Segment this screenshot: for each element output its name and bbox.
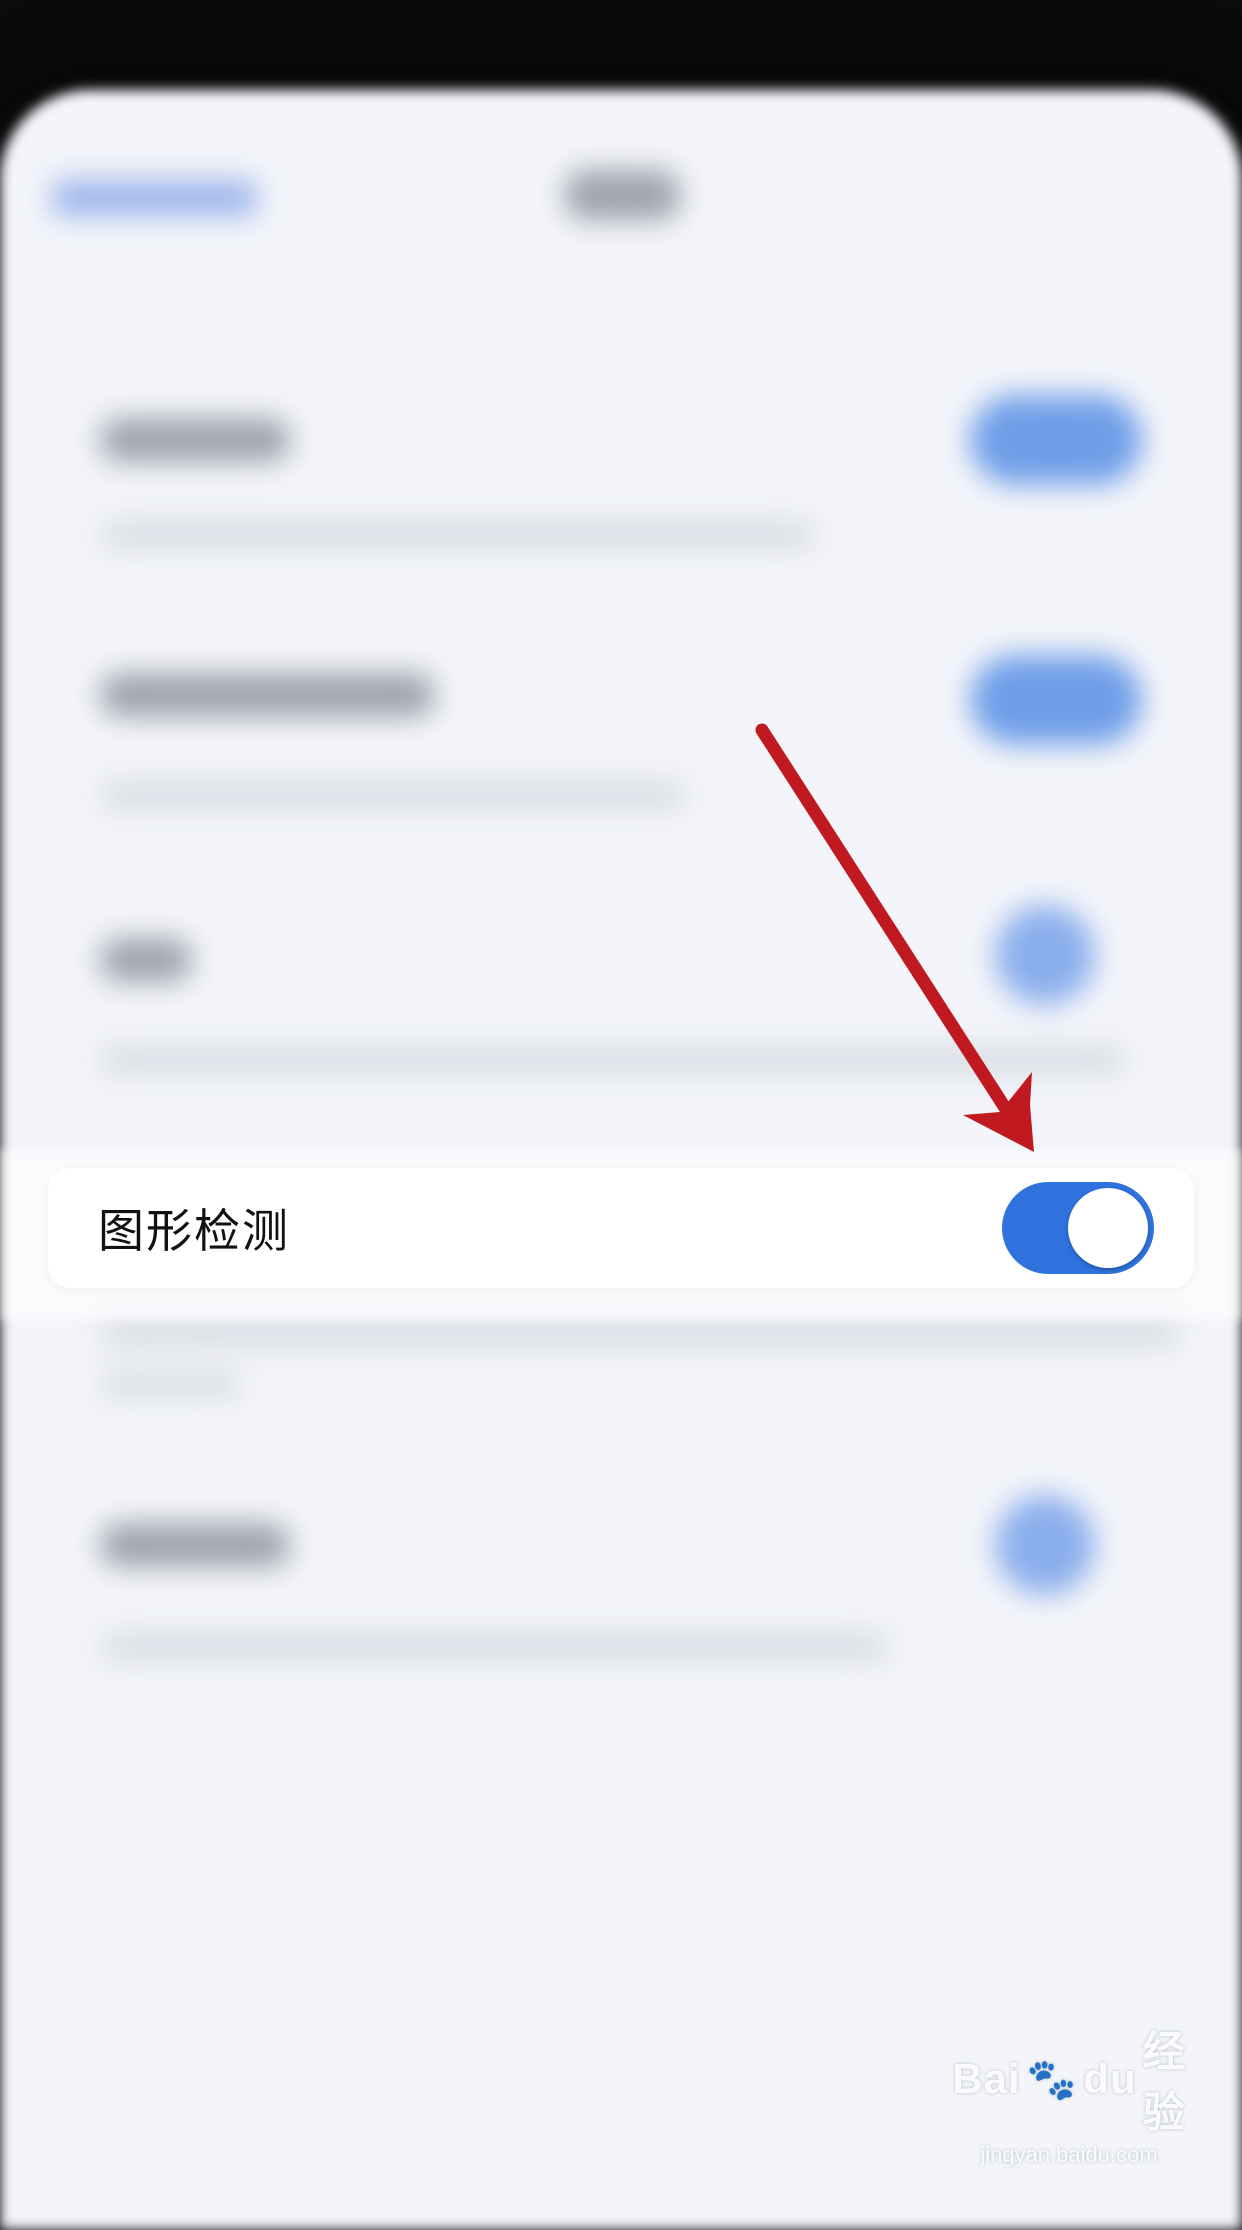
blurred-row-2-toggle [970,655,1142,745]
blurred-settings-content [0,0,1242,2208]
blurred-row-1-toggle [970,395,1142,485]
graphic-detection-toggle[interactable] [1002,1182,1154,1274]
watermark-brand-right: du [1083,2055,1137,2102]
blurred-row-1-desc [100,520,815,550]
blurred-row-2-title [100,673,435,717]
toggle-knob [1068,1188,1148,1268]
baidu-jingyan-watermark: Bai 🐾 du 经验 jingyan.baidu.com [952,2018,1186,2168]
baidu-paw-icon: 🐾 [1026,2057,1078,2102]
blurred-row-3-desc [100,1045,1125,1075]
blurred-row-2-desc [100,780,685,810]
blurred-row-5-title [100,1523,290,1567]
blurred-row-5-desc [100,1632,890,1662]
blurred-row-4-desc [100,1318,1180,1348]
blurred-row-3-title [100,938,192,982]
blurred-row-3-toggle [995,905,1095,1005]
watermark-logo: Bai 🐾 du 经验 [952,2018,1186,2140]
blurred-row-5-toggle [995,1495,1095,1595]
watermark-brand-suffix: 经验 [1142,2028,1186,2136]
blurred-row-4-desc-2 [100,1370,240,1398]
watermark-url: jingyan.baidu.com [980,2142,1158,2167]
watermark-brand-left: Bai [952,2055,1021,2102]
blurred-row-1-title [100,418,290,462]
graphic-detection-setting-row[interactable]: 图形检测 [48,1168,1194,1288]
setting-label: 图形检测 [98,1204,290,1258]
blurred-back-button [52,180,257,216]
blurred-page-title [565,170,680,220]
